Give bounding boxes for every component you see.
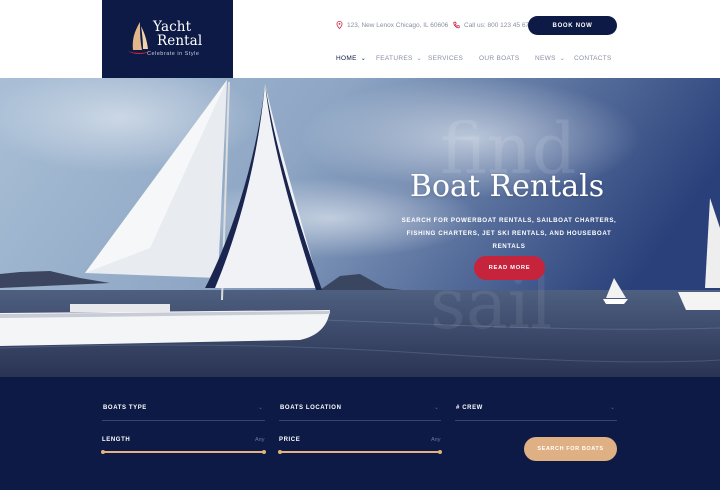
price-slider-min-handle[interactable] (278, 450, 282, 454)
read-more-button[interactable]: READ MORE (474, 256, 545, 280)
length-slider[interactable] (101, 450, 266, 454)
nav-item-label: NEWS (535, 55, 556, 62)
hero-section: find sail Boat Rentals SEARCH FOR POWERB… (0, 78, 720, 377)
chevron-down-icon: ⌄ (609, 405, 615, 411)
price-slider-max-handle[interactable] (438, 450, 442, 454)
price-value: Any (431, 437, 441, 443)
length-slider-max-handle[interactable] (262, 450, 266, 454)
location-pin-icon (336, 21, 343, 29)
length-slider-min-handle[interactable] (101, 450, 105, 454)
nav-item-news[interactable]: NEWS ⌄ (535, 55, 565, 62)
nav-item-label: FEATURES (376, 55, 413, 62)
hero-subtitle: SEARCH FOR POWERBOAT RENTALS, SAILBOAT C… (401, 217, 617, 250)
address-info: 123, New Lenox Chicago, IL 60606 (336, 21, 448, 29)
boat-search-panel: BOATS TYPE ⌄ BOATS LOCATION ⌄ # CREW ⌄ L… (0, 377, 720, 490)
chevron-down-icon: ⌄ (433, 405, 439, 411)
chevron-down-icon: ⌄ (416, 56, 422, 62)
brand-tagline: Celebrate in Style (147, 51, 200, 57)
nav-item-label: HOME (336, 55, 357, 62)
address-text: 123, New Lenox Chicago, IL 60606 (347, 21, 449, 29)
nav-item-our-boats[interactable]: OUR BOATS (479, 55, 520, 62)
chevron-down-icon: ⌄ (559, 56, 566, 62)
boats-type-select[interactable]: BOATS TYPE ⌄ (102, 401, 265, 421)
nav-item-services[interactable]: SERVICES (428, 55, 463, 62)
book-now-button[interactable]: BOOK NOW (528, 16, 617, 35)
brand-name: Yacht Rental (153, 20, 202, 48)
length-label: LENGTH (102, 437, 131, 443)
crew-label: # CREW (456, 405, 483, 411)
nav-item-features[interactable]: FEATURES ⌄ (376, 55, 422, 62)
boats-location-select[interactable]: BOATS LOCATION ⌄ (279, 401, 441, 421)
nav-item-label: SERVICES (428, 55, 464, 62)
nav-item-home[interactable]: HOME ⌄ (336, 55, 366, 62)
boats-location-label: BOATS LOCATION (280, 405, 342, 411)
price-label: PRICE (279, 437, 301, 443)
nav-item-contacts[interactable]: CONTACTS (574, 55, 612, 62)
chevron-down-icon: ⌄ (360, 56, 367, 62)
nav-item-label: OUR BOATS (479, 55, 520, 62)
nav-item-label: CONTACTS (574, 55, 612, 62)
crew-select[interactable]: # CREW ⌄ (455, 401, 617, 421)
hero-title: Boat Rentals (409, 169, 605, 204)
site-header: Yacht Rental Celebrate in Style 123, New… (0, 0, 720, 78)
price-slider[interactable] (278, 450, 442, 454)
search-boats-button[interactable]: SEARCH FOR BOATS (524, 437, 617, 461)
phone-text: Call us: 800 123 45 67 (464, 21, 530, 29)
chevron-down-icon: ⌄ (257, 405, 263, 411)
brand-name-line2: Rental (157, 33, 203, 49)
phone-icon (453, 21, 460, 29)
length-value: Any (255, 437, 265, 443)
boats-type-label: BOATS TYPE (103, 405, 147, 411)
phone-info[interactable]: Call us: 800 123 45 67 (453, 21, 529, 29)
logo[interactable]: Yacht Rental Celebrate in Style (102, 0, 233, 78)
